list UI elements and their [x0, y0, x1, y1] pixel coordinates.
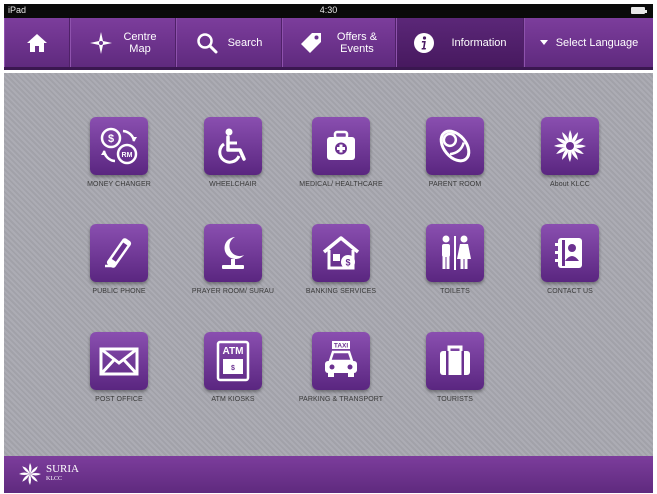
tile-parking-transport[interactable]: TAXI PARKING & TRANSPORT — [296, 332, 386, 404]
baby-icon — [426, 117, 484, 175]
atm-text: ATM — [223, 346, 244, 357]
info-icon — [414, 32, 435, 53]
home-icon — [27, 33, 47, 52]
contact-book-icon — [541, 224, 599, 282]
tile-about-klcc[interactable]: About KLCC — [525, 117, 615, 189]
clock: 4:30 — [319, 5, 338, 15]
svg-text:$: $ — [108, 133, 114, 145]
suria-swirl-icon — [19, 463, 41, 485]
bank-icon: $ — [312, 224, 370, 282]
tile-atm-kiosks[interactable]: ATM $ ATM KIOSKS — [188, 332, 278, 404]
tile-parent-room[interactable]: PARENT ROOM — [410, 117, 500, 189]
tile-label: BANKING SERVICES — [305, 288, 377, 295]
taxi-icon: TAXI — [312, 332, 370, 390]
brand-name: SURIA KLCC — [46, 464, 79, 484]
medical-kit-icon — [312, 117, 370, 175]
search-label: Search — [227, 36, 263, 49]
atm-icon: ATM $ — [204, 332, 262, 390]
phone-icon — [90, 224, 148, 282]
money-changer-icon: $ RM — [90, 117, 148, 175]
tab-information[interactable]: Information — [396, 18, 524, 67]
tile-tourists[interactable]: TOURISTS — [410, 332, 500, 404]
tile-prayer-room[interactable]: PRAYER ROOM/ SURAU — [188, 224, 278, 296]
information-label: Information — [451, 36, 507, 49]
status-bar: iPad 4:30 — [4, 4, 653, 18]
search-button[interactable]: Search — [176, 18, 282, 67]
tile-label: TOURISTS — [436, 396, 474, 403]
tile-label: TOILETS — [440, 288, 470, 295]
offers-events-label: Offers & Events — [336, 30, 378, 55]
language-label: Select Language — [555, 36, 639, 49]
tile-money-changer[interactable]: $ RM MONEY CHANGER — [74, 117, 164, 189]
tile-post-office[interactable]: POST OFFICE — [74, 332, 164, 404]
tile-label: CONTACT US — [547, 288, 593, 295]
tile-label: MONEY CHANGER — [87, 181, 151, 188]
information-grid: $ RM MONEY CHANGER WHEELCHAIR MEDICAL/ H… — [4, 73, 653, 456]
chevron-down-icon — [539, 40, 548, 45]
top-navigation: Centre Map Search Offers & Events Inform… — [4, 18, 653, 70]
tile-label: About KLCC — [550, 181, 590, 188]
wheelchair-icon — [204, 117, 262, 175]
toilets-icon — [426, 224, 484, 282]
tile-label: MEDICAL/ HEALTHCARE — [299, 181, 383, 188]
suria-klcc-logo[interactable]: SURIA KLCC — [18, 462, 79, 486]
centre-map-label: Centre Map — [123, 30, 157, 55]
tag-icon — [301, 32, 321, 53]
offers-events-button[interactable]: Offers & Events — [282, 18, 396, 67]
crescent-icon — [204, 224, 262, 282]
tile-label: PARKING & TRANSPORT — [298, 396, 384, 403]
battery-icon — [631, 7, 647, 14]
compass-icon — [90, 31, 112, 54]
tile-label: POST OFFICE — [95, 396, 143, 403]
svg-text:$: $ — [345, 258, 350, 268]
tile-toilets[interactable]: TOILETS — [410, 224, 500, 296]
tile-medical-healthcare[interactable]: MEDICAL/ HEALTHCARE — [296, 117, 386, 189]
tile-label: WHEELCHAIR — [209, 181, 257, 188]
svg-text:$: $ — [231, 365, 235, 372]
envelope-icon — [90, 332, 148, 390]
taxi-text: TAXI — [334, 343, 349, 350]
footer-bar: SURIA KLCC — [4, 456, 653, 493]
suitcase-icon — [426, 332, 484, 390]
home-button[interactable] — [4, 18, 70, 67]
tile-banking-services[interactable]: $ BANKING SERVICES — [296, 224, 386, 296]
tile-label: PARENT ROOM — [428, 181, 482, 188]
tile-label: ATM KIOSKS — [211, 396, 255, 403]
language-select[interactable]: Select Language — [524, 18, 653, 67]
brand-subtitle: KLCC — [46, 476, 63, 482]
tile-contact-us[interactable]: CONTACT US — [525, 224, 615, 296]
tile-wheelchair[interactable]: WHEELCHAIR — [188, 117, 278, 189]
tile-label: PUBLIC PHONE — [92, 288, 146, 295]
centre-map-button[interactable]: Centre Map — [70, 18, 176, 67]
svg-text:RM: RM — [122, 152, 133, 159]
tile-label: PRAYER ROOM/ SURAU — [191, 288, 275, 295]
klcc-logo-icon — [541, 117, 599, 175]
tile-public-phone[interactable]: PUBLIC PHONE — [74, 224, 164, 296]
search-icon — [196, 32, 218, 53]
